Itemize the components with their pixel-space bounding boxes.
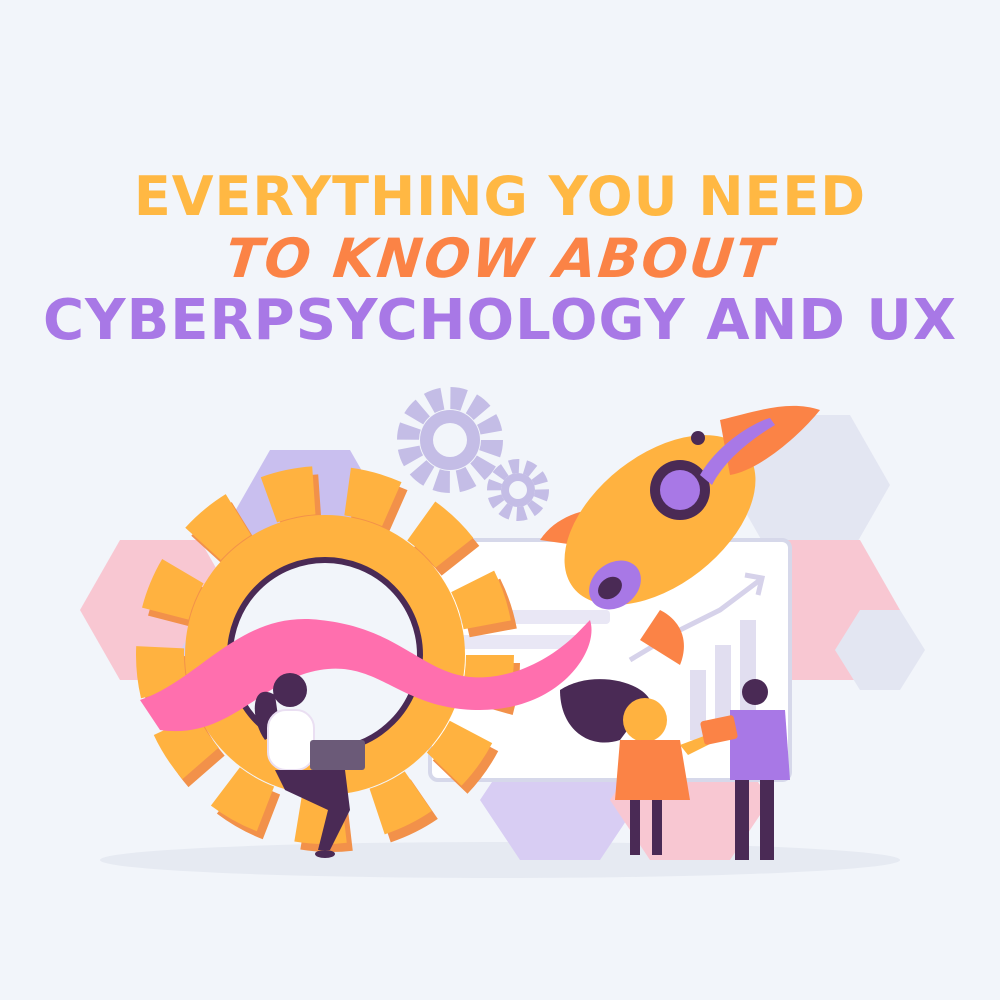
- title-line-3: CYBERPSYCHOLOGY AND UX: [42, 288, 958, 353]
- small-gear-icon-1: [397, 387, 503, 493]
- hero-illustration: [80, 387, 925, 878]
- title-line-2: TO KNOW ABOUT: [222, 227, 778, 290]
- ground-shadow: [100, 842, 900, 878]
- small-gear-icon-2: [487, 459, 549, 521]
- title-line-1: EVERYTHING YOU NEED: [133, 165, 867, 228]
